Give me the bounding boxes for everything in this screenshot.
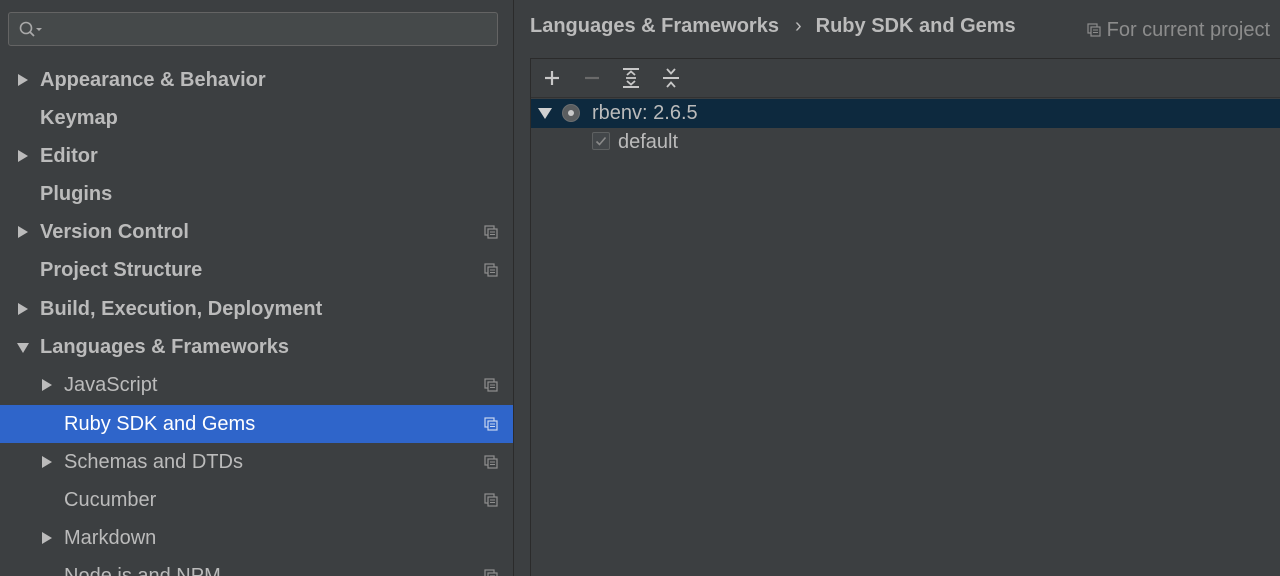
sidebar-item-label: Appearance & Behavior (40, 69, 266, 91)
sidebar-item-nodejs-and-npm[interactable]: Node.js and NPM (0, 557, 513, 576)
sidebar-item-label: Node.js and NPM (64, 565, 221, 576)
search-icon[interactable] (18, 20, 44, 40)
expand-arrow-icon[interactable] (42, 456, 52, 468)
sidebar-item-label: Version Control (40, 221, 189, 243)
project-scope-icon (484, 569, 498, 576)
project-scope-icon (484, 225, 498, 239)
sidebar-item-keymap[interactable]: Keymap (0, 99, 513, 137)
breadcrumb-separator: › (794, 15, 802, 37)
expand-arrow-icon[interactable] (18, 226, 28, 238)
expand-arrow-icon[interactable] (18, 303, 28, 315)
sidebar-item-languages-frameworks[interactable]: Languages & Frameworks (0, 328, 513, 366)
plus-icon[interactable] (539, 66, 565, 90)
collapse-all-icon[interactable] (658, 66, 684, 90)
project-scope-icon (484, 455, 498, 469)
gemset-label: default (618, 131, 679, 153)
sidebar-item-label: Cucumber (64, 489, 157, 511)
sidebar-item-label: Languages & Frameworks (40, 336, 289, 358)
breadcrumb-parent: Languages & Frameworks (530, 15, 779, 37)
sidebar-item-label: Keymap (40, 107, 118, 129)
settings-dialog: Appearance & Behavior Keymap Editor Plug… (0, 0, 1280, 576)
sdk-label: rbenv: 2.6.5 (592, 102, 698, 124)
collapse-arrow-icon[interactable] (538, 108, 552, 119)
radio-dot (568, 110, 574, 116)
sidebar-item-label: Markdown (64, 527, 157, 549)
breadcrumb-current: Ruby SDK and Gems (815, 15, 1016, 37)
sidebar-item-project-structure[interactable]: Project Structure (0, 251, 513, 289)
project-scope-icon (484, 263, 498, 277)
project-scope-icon (484, 417, 498, 431)
sidebar-item-build-execution-deployment[interactable]: Build, Execution, Deployment (0, 290, 513, 328)
sdk-row-rbenv[interactable]: rbenv: 2.6.5 (531, 99, 1280, 128)
sidebar-item-label: Ruby SDK and Gems (64, 413, 256, 435)
sidebar-item-ruby-sdk-and-gems[interactable]: Ruby SDK and Gems (0, 405, 513, 443)
breadcrumb: Languages & Frameworks › Ruby SDK and Gems (530, 12, 1016, 40)
project-scope-icon (484, 493, 498, 507)
sdk-radio-button[interactable] (562, 104, 580, 122)
search-field[interactable] (8, 12, 498, 46)
sidebar-item-plugins[interactable]: Plugins (0, 175, 513, 213)
sidebar-item-cucumber[interactable]: Cucumber (0, 481, 513, 519)
gemset-checkbox[interactable] (592, 132, 610, 150)
project-scope-icon (484, 378, 498, 392)
sidebar-item-appearance-behavior[interactable]: Appearance & Behavior (0, 61, 513, 99)
settings-main-panel: Languages & Frameworks › Ruby SDK and Gems… (514, 0, 1280, 576)
gemset-row-default[interactable]: default (531, 128, 1280, 156)
expand-arrow-icon[interactable] (18, 150, 28, 162)
sidebar-item-label: Project Structure (40, 259, 203, 281)
sdk-tree: rbenv: 2.6.5 default (531, 97, 1280, 576)
scope-hint-label: For current project (1106, 19, 1270, 41)
settings-sidebar: Appearance & Behavior Keymap Editor Plug… (0, 0, 513, 576)
project-scope-icon (1087, 23, 1101, 37)
sidebar-item-markdown[interactable]: Markdown (0, 519, 513, 557)
expand-arrow-icon[interactable] (18, 74, 28, 86)
sidebar-item-label: JavaScript (64, 374, 158, 396)
expand-all-icon[interactable] (618, 66, 644, 90)
sidebar-item-editor[interactable]: Editor (0, 137, 513, 175)
sidebar-item-label: Schemas and DTDs (64, 451, 243, 473)
check-icon (595, 136, 607, 146)
sidebar-item-label: Plugins (40, 183, 113, 205)
minus-icon[interactable] (579, 66, 605, 90)
sidebar-item-label: Build, Execution, Deployment (40, 298, 323, 320)
expand-arrow-icon[interactable] (42, 532, 52, 544)
ruby-sdk-panel: rbenv: 2.6.5 default (530, 58, 1280, 576)
collapse-arrow-icon[interactable] (17, 343, 29, 353)
search-input[interactable] (49, 17, 493, 43)
sidebar-item-label: Editor (40, 145, 98, 167)
scope-hint: For current project (1087, 16, 1270, 44)
sidebar-item-javascript[interactable]: JavaScript (0, 366, 513, 404)
sidebar-item-schemas-and-dtds[interactable]: Schemas and DTDs (0, 443, 513, 481)
expand-arrow-icon[interactable] (42, 379, 52, 391)
sdk-toolbar (531, 59, 1280, 98)
sidebar-item-version-control[interactable]: Version Control (0, 213, 513, 251)
